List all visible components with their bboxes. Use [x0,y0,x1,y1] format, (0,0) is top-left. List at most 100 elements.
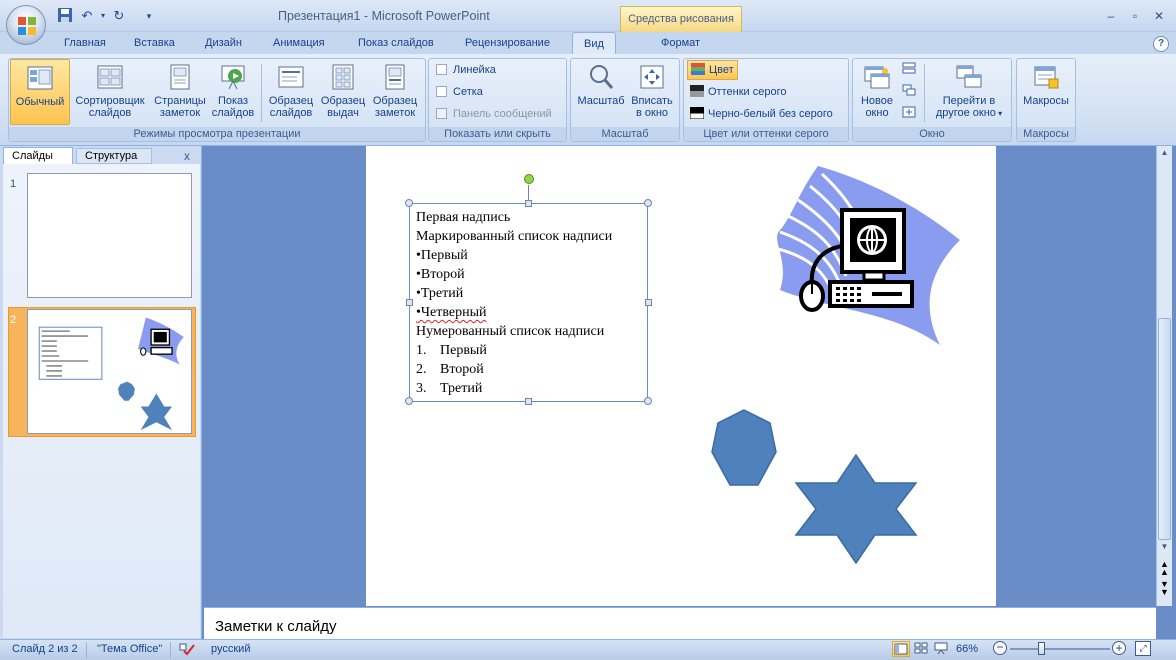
drawing-tools-context: Средства рисования [620,6,742,32]
computer-clipart[interactable] [760,160,965,350]
scroll-thumb[interactable] [1158,318,1171,540]
slide-master-button[interactable]: Образец слайдов [264,63,318,119]
rotation-handle[interactable] [524,174,534,184]
new-window-button[interactable]: Новое окно [856,63,898,119]
help-icon[interactable]: ? [1153,36,1169,52]
next-slide-icon[interactable]: ▼ ▼ [1158,580,1171,597]
notes-pane[interactable]: Заметки к слайду [204,607,1156,639]
resize-handle-n[interactable] [525,200,532,207]
arrange-all-icon[interactable] [902,62,916,74]
tab-slideshow[interactable]: Показ слайдов [358,37,434,49]
zoom-label: Масштаб [577,95,625,107]
new-window-label-1: Новое [860,95,894,107]
tab-format[interactable]: Формат [661,37,700,49]
zoom-level[interactable]: 66% [956,643,978,655]
zoom-button[interactable]: Масштаб [575,63,627,107]
resize-handle-w[interactable] [406,299,413,306]
grayscale-button[interactable]: Оттенки серого [690,85,786,101]
tab-slides[interactable]: Слайды [3,147,73,164]
normal-view-label: Обычный [15,96,65,108]
slide-sorter-button[interactable]: Сортировщик слайдов [72,63,148,119]
vertical-scrollbar[interactable]: ▲ ▼ ▲ ▲ ▼ ▼ [1156,146,1172,606]
previous-slide-icon[interactable]: ▲ ▲ [1158,560,1171,577]
zoom-slider-thumb[interactable] [1038,642,1045,655]
separator [261,64,262,122]
text-box-content: Первая надпись Маркированный список надп… [416,208,612,398]
text-box[interactable]: Первая надпись Маркированный список надп… [409,203,648,402]
star-shape[interactable] [792,453,920,565]
normal-view-button[interactable]: Обычный [10,59,70,125]
tab-animation[interactable]: Анимация [273,37,325,49]
black-white-button[interactable]: Черно-белый без серого [689,107,833,123]
normal-view-icon [27,66,53,90]
group-label: Масштаб [571,127,679,141]
resize-handle-se[interactable] [644,397,652,405]
tab-view[interactable]: Вид [572,32,616,56]
slide-thumbnail-1[interactable] [27,173,192,298]
new-window-icon [864,66,890,89]
resize-handle-ne[interactable] [644,199,652,207]
separator [924,64,925,122]
switch-window-button[interactable]: Перейти в другое окно ▾ [930,63,1008,120]
office-button[interactable] [6,5,46,45]
star-fill [794,453,918,565]
slide-show-label-2: слайдов [211,107,255,119]
zoom-in-icon[interactable]: + [1112,641,1126,655]
fit-slide-icon[interactable]: ⤢ [1135,641,1151,656]
cascade-icon[interactable] [902,84,916,96]
scroll-up-icon[interactable]: ▲ [1158,148,1171,157]
resize-handle-s[interactable] [525,398,532,405]
switch-label-2: другое окно [935,107,996,119]
redo-icon[interactable]: ↻ [110,7,128,25]
notes-page-label-1: Страницы [154,95,206,107]
slide-thumbnail-2[interactable] [27,309,192,434]
grayscale-label: Оттенки серого [708,86,787,98]
theme-name[interactable]: "Тема Office" [97,643,162,655]
heptagon-shape[interactable] [708,408,780,488]
switch-label-1: Перейти в [942,95,996,107]
slide-master-label-1: Образец [268,95,314,107]
tab-outline[interactable]: Структура [76,148,152,164]
normal-view-status-icon[interactable] [892,641,910,657]
slide-master-label-2: слайдов [269,107,313,119]
resize-handle-nw[interactable] [405,199,413,207]
item-number: 2. [416,362,427,377]
numbered-item: 3. Третий [416,379,612,398]
zoom-slider-track[interactable] [1010,648,1110,650]
color-button[interactable]: Цвет [687,60,738,80]
tab-insert[interactable]: Вставка [134,37,175,49]
spellcheck-icon[interactable] [178,641,196,657]
black-white-icon [689,107,705,120]
window-title: Презентация1 - Microsoft PowerPoint [278,9,490,23]
handout-master-button[interactable]: Образец выдач [318,63,368,119]
scroll-down-icon[interactable]: ▼ [1158,542,1171,551]
slideshow-status-icon[interactable] [933,641,951,657]
notes-master-button[interactable]: Образец заметок [369,63,421,119]
slide-show-button[interactable]: Показ слайдов [210,63,256,119]
slide-master-icon [278,66,304,88]
save-icon[interactable] [56,7,74,25]
language[interactable]: русский [211,643,250,655]
move-split-icon[interactable] [902,106,916,118]
minimize-button[interactable]: – [1101,8,1121,24]
resize-handle-sw[interactable] [405,397,413,405]
maximize-button[interactable]: ▫ [1125,8,1145,24]
thumbnail-preview [38,317,184,431]
separator [170,642,171,658]
notes-page-button[interactable]: Страницы заметок [152,63,208,119]
zoom-out-icon[interactable]: − [993,641,1007,655]
grid-checkbox[interactable]: Сетка [436,85,483,101]
macros-icon [1034,66,1059,89]
tab-design[interactable]: Дизайн [205,37,242,49]
tab-review[interactable]: Рецензирование [465,37,550,49]
checkbox-box [436,108,447,119]
panel-close-icon[interactable]: x [184,149,190,163]
tab-home[interactable]: Главная [64,37,106,49]
close-button[interactable]: ✕ [1149,8,1169,24]
ruler-checkbox[interactable]: Линейка [436,63,496,79]
sorter-view-status-icon[interactable] [913,641,931,657]
resize-handle-e[interactable] [645,299,652,306]
fit-to-window-button[interactable]: Вписать в окно [627,63,677,119]
macros-button[interactable]: Макросы [1018,63,1074,107]
qat-customize-icon[interactable]: ▾ [140,7,158,25]
